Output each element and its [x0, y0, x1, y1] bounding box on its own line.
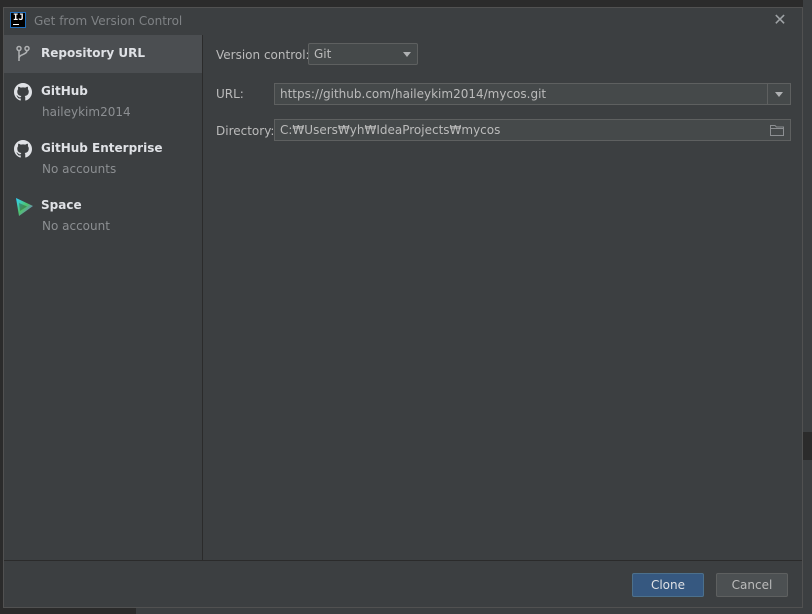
background-strip: [803, 432, 812, 460]
title-bar: IJ Get from Version Control ✕: [4, 8, 802, 36]
version-control-value: Git: [314, 47, 332, 61]
vcs-source-sidebar: Repository URL GitHub haileykim2014 GitH…: [4, 35, 203, 560]
chevron-down-icon: [775, 92, 783, 97]
sidebar-item-label: Space: [41, 198, 82, 212]
background-window: [803, 0, 812, 614]
url-history-dropdown[interactable]: [767, 84, 790, 104]
sidebar-item-account: haileykim2014: [42, 105, 131, 119]
directory-label: Directory:: [216, 124, 275, 138]
clone-button[interactable]: Clone: [632, 573, 704, 597]
browse-folder-icon[interactable]: [770, 124, 784, 136]
url-input[interactable]: [275, 84, 790, 104]
sidebar-item-github[interactable]: GitHub haileykim2014: [4, 73, 202, 130]
chevron-down-icon: [403, 52, 411, 57]
sidebar-item-label: Repository URL: [41, 46, 145, 60]
space-icon: [14, 197, 33, 216]
get-from-vcs-dialog: IJ Get from Version Control ✕ Repository…: [3, 7, 803, 608]
url-label: URL:: [216, 87, 244, 101]
branch-icon: [14, 45, 32, 63]
directory-input[interactable]: [275, 120, 790, 140]
github-icon: [14, 83, 32, 101]
intellij-app-icon: IJ: [10, 12, 26, 28]
sidebar-item-label: GitHub Enterprise: [41, 141, 163, 155]
window-title: Get from Version Control: [34, 14, 183, 28]
directory-field: [274, 119, 791, 141]
cancel-button[interactable]: Cancel: [716, 573, 788, 597]
sidebar-item-account: No accounts: [42, 162, 117, 176]
sidebar-item-account: No account: [42, 219, 110, 233]
version-control-label: Version control:: [216, 48, 310, 62]
sidebar-item-space[interactable]: Space No account: [4, 187, 202, 244]
url-combobox: [274, 83, 791, 105]
github-icon: [14, 140, 32, 158]
version-control-select[interactable]: Git: [308, 43, 418, 65]
sidebar-item-repository-url[interactable]: Repository URL: [4, 35, 202, 73]
sidebar-item-github-enterprise[interactable]: GitHub Enterprise No accounts: [4, 130, 202, 187]
repository-url-panel: Version control: Git URL: Directory:: [204, 35, 802, 560]
close-icon[interactable]: ✕: [772, 12, 788, 28]
dialog-footer: Clone Cancel: [4, 560, 802, 609]
app-icon-text: IJ: [13, 13, 24, 23]
sidebar-item-label: GitHub: [41, 84, 88, 98]
